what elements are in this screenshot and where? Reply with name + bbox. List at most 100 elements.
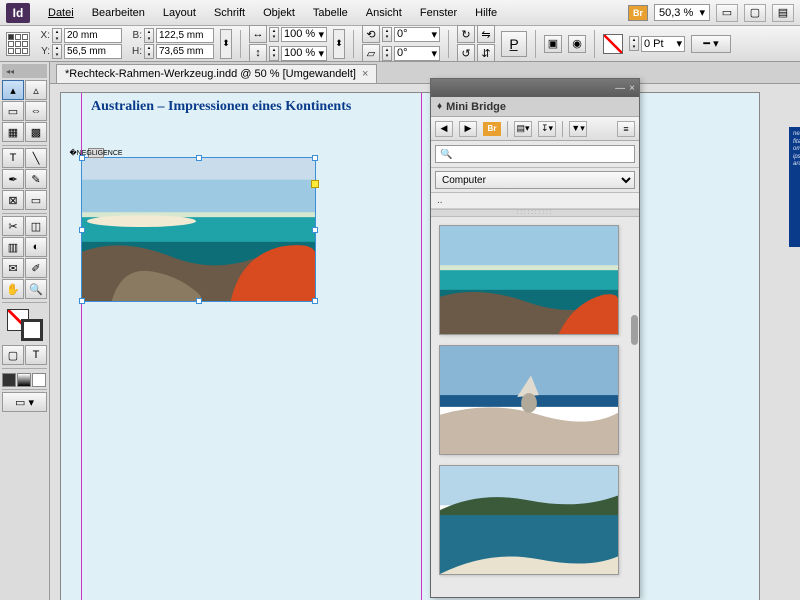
resize-handle[interactable] [79,155,85,161]
flip-v-icon[interactable]: ⇵ [477,44,495,62]
resize-handle[interactable] [312,227,318,233]
mb-thumbnail-list[interactable] [431,217,639,597]
h-spinner[interactable]: ▴▾ [144,44,154,59]
zoom-tool[interactable]: 🔍 [25,279,47,299]
mb-bridge-button[interactable]: Br [483,122,501,136]
mb-filter-button[interactable]: ▼▾ [569,121,587,137]
shear-field[interactable]: 0°▾ [394,46,440,61]
apply-gradient-mode[interactable] [17,373,31,387]
stroke-weight-spinner[interactable]: ▴▾ [629,36,639,51]
menu-objekt[interactable]: Objekt [255,3,303,23]
fill-swatch[interactable] [603,34,623,54]
pencil-tool[interactable]: ✎ [25,169,47,189]
document-tab[interactable]: *Rechteck-Rahmen-Werkzeug.indd @ 50 % [U… [56,64,377,83]
resize-handle[interactable] [196,155,202,161]
rectangle-frame-tool[interactable]: ⊠ [2,190,24,210]
panel-close-icon[interactable]: × [629,83,635,94]
resize-handle[interactable] [312,298,318,304]
mb-menu-button[interactable]: ≡ [617,121,635,137]
scale-y-field[interactable]: 100 %▾ [281,46,327,61]
close-tab-icon[interactable]: × [362,68,368,80]
gradient-swatch-tool[interactable]: ▥ [2,237,24,257]
bridge-button[interactable]: Br [628,5,648,21]
reference-point-selector[interactable] [6,32,30,56]
arrange-documents-icon[interactable]: ▤ [772,4,794,22]
y-field[interactable]: 56,5 mm [64,44,122,59]
stroke-style-dropdown[interactable]: ━ ▾ [691,35,731,53]
mb-thumbnail[interactable] [439,465,619,575]
eyedropper-tool[interactable]: ✐ [25,258,47,278]
menu-ansicht[interactable]: Ansicht [358,3,410,23]
mb-thumbnail[interactable] [439,345,619,455]
flip-h-icon[interactable]: ⇋ [477,25,495,43]
live-corner-widget[interactable] [311,180,319,188]
screen-mode-normal[interactable]: ▭ ▾ [2,392,47,412]
select-content-icon[interactable]: ◉ [568,35,586,53]
gradient-feather-tool[interactable]: ◐ [25,237,47,257]
mb-splitter[interactable]: :::::::::: [431,209,639,217]
apply-none-mode[interactable] [32,373,46,387]
menu-schrift[interactable]: Schrift [206,3,253,23]
rotate-field[interactable]: 0°▾ [394,27,440,42]
mb-sort-button[interactable]: ↧▾ [538,121,556,137]
resize-handle[interactable] [79,227,85,233]
content-collector-tool[interactable]: ▦ [2,122,24,142]
resize-handle[interactable] [196,298,202,304]
resize-handle[interactable] [312,155,318,161]
w-spinner[interactable]: ▴▾ [144,28,154,43]
mini-bridge-panel[interactable]: — × ♦ Mini Bridge ◀ ▶ Br ▤▾ ↧▾ ▼▾ ≡ Comp… [430,78,640,598]
gap-tool[interactable]: ⇔ [25,101,47,121]
panel-titlebar[interactable]: — × [431,79,639,97]
mb-view-button[interactable]: ▤▾ [514,121,532,137]
screen-mode-icon[interactable]: ▢ [744,4,766,22]
mb-scrollbar-thumb[interactable] [631,315,638,345]
rotate-cw-icon[interactable]: ↻ [457,25,475,43]
rotate-ccw-icon[interactable]: ↺ [457,44,475,62]
menu-tabelle[interactable]: Tabelle [305,3,356,23]
note-tool[interactable]: ✉ [2,258,24,278]
select-container-icon[interactable]: ▣ [544,35,562,53]
width-field[interactable]: 122,5 mm [156,28,214,43]
resize-handle[interactable] [79,298,85,304]
selected-image-frame[interactable]: �NEGLIGENCE [81,157,316,302]
mb-search-input[interactable] [435,145,635,163]
mb-thumbnail[interactable] [439,225,619,335]
rectangle-tool[interactable]: ▭ [25,190,47,210]
height-field[interactable]: 73,65 mm [156,44,214,59]
direct-selection-tool[interactable]: ▵ [25,80,47,100]
apply-container-icon[interactable]: ▢ [2,345,24,365]
stroke-color-swatch[interactable] [21,319,43,341]
free-transform-tool[interactable]: ◫ [25,216,47,236]
x-spinner[interactable]: ▴▾ [52,28,62,43]
toolbox-grip[interactable]: ◂◂ [2,64,47,78]
y-spinner[interactable]: ▴▾ [52,44,62,59]
page-tool[interactable]: ▭ [2,101,24,121]
document-page[interactable]: Australien – Impressionen eines Kontinen… [60,92,760,600]
stroke-weight-field[interactable]: 0 Pt▾ [641,36,685,52]
x-field[interactable]: 20 mm [64,28,122,43]
hand-tool[interactable]: ✋ [2,279,24,299]
content-placer-tool[interactable]: ▩ [25,122,47,142]
apply-text-icon[interactable]: T [25,345,47,365]
scissors-tool[interactable]: ✂ [2,216,24,236]
selection-tool[interactable]: ▴ [2,80,24,100]
panel-tab[interactable]: ♦ Mini Bridge [431,97,639,117]
fill-stroke-swatches[interactable] [5,307,45,343]
mb-back-button[interactable]: ◀ [435,121,453,137]
view-options-icon[interactable]: ▭ [716,4,738,22]
constrain-wh-icon[interactable]: ⬍ [220,29,232,59]
line-tool[interactable]: ╲ [25,148,47,168]
type-tool[interactable]: T [2,148,24,168]
pen-tool[interactable]: ✒ [2,169,24,189]
mb-breadcrumb[interactable]: .. [431,193,639,209]
zoom-level-field[interactable]: 50,3 %▾ [654,4,710,21]
panel-collapse-icon[interactable]: — [615,83,625,94]
menu-layout[interactable]: Layout [155,3,204,23]
scale-x-field[interactable]: 100 %▾ [281,27,327,42]
canvas-area[interactable]: *Rechteck-Rahmen-Werkzeug.indd @ 50 % [U… [50,62,800,600]
menu-fenster[interactable]: Fenster [412,3,465,23]
menu-bearbeiten[interactable]: Bearbeiten [84,3,153,23]
mb-path-select[interactable]: Computer [435,171,635,189]
apply-color-mode[interactable] [2,373,16,387]
menu-datei[interactable]: Datei [40,3,82,23]
